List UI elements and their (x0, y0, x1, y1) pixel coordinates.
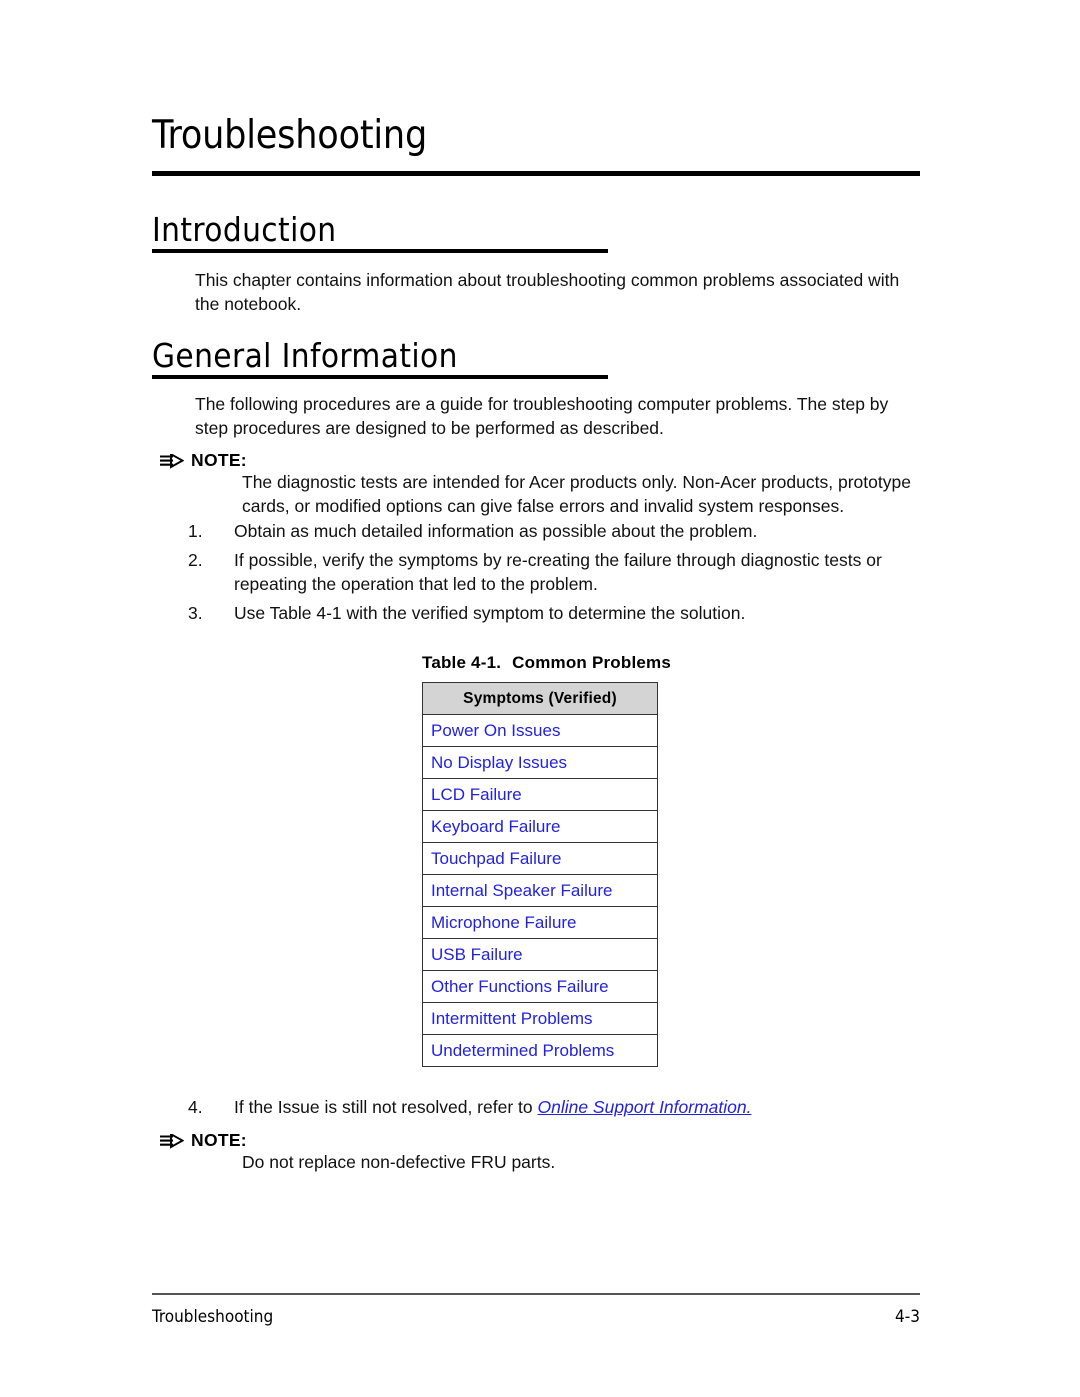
symptom-link-cell[interactable]: Touchpad Failure (422, 842, 658, 875)
footer-rule (152, 1293, 920, 1295)
triple-line-arrow-icon (160, 1132, 185, 1149)
table-row: Other Functions Failure (422, 970, 658, 1003)
note-label-text-2: NOTE: (191, 1130, 247, 1150)
table-row: Microphone Failure (422, 906, 658, 939)
list-item-number: 4. (188, 1097, 203, 1117)
list-item-text: Use Table 4-1 with the verified symptom … (234, 603, 746, 623)
symptom-link-cell[interactable]: Intermittent Problems (422, 1002, 658, 1035)
table-row: Keyboard Failure (422, 810, 658, 843)
list-item-text: If the Issue is still not resolved, refe… (234, 1095, 928, 1119)
table-caption-number: Table 4-1. (422, 653, 502, 672)
list-item: 4. If the Issue is still not resolved, r… (188, 1095, 928, 1119)
section-heading-introduction: Introduction (152, 210, 337, 249)
note-body-1: The diagnostic tests are intended for Ac… (242, 472, 911, 516)
symptom-link-cell[interactable]: Keyboard Failure (422, 810, 658, 843)
table-header-row: Symptoms (Verified) (422, 682, 658, 715)
list-item-number: 1. (188, 521, 203, 541)
list-item: 3. Use Table 4-1 with the verified sympt… (188, 601, 928, 625)
common-problems-table: Symptoms (Verified) Power On Issues No Di… (422, 682, 658, 1067)
table-row: Internal Speaker Failure (422, 874, 658, 907)
table-row: Power On Issues (422, 714, 658, 747)
table-row: No Display Issues (422, 746, 658, 779)
list-item-number: 3. (188, 603, 203, 623)
table-caption-title: Common Problems (512, 653, 672, 672)
list-item-text: If possible, verify the symptoms by re-c… (234, 550, 882, 594)
general-information-paragraph: The following procedures are a guide for… (195, 394, 889, 438)
note-label-1: NOTE: (160, 450, 247, 471)
footer-chapter-name: Troubleshooting (152, 1307, 274, 1327)
online-support-information-link[interactable]: Online Support Information. (537, 1097, 751, 1117)
list-item-text: Obtain as much detailed information as p… (234, 521, 758, 541)
section-rule-general-information (152, 375, 608, 379)
symptom-link-cell[interactable]: Internal Speaker Failure (422, 874, 658, 907)
footer-page-number: 4-3 (895, 1307, 920, 1327)
section-heading-general-information: General Information (152, 336, 458, 375)
table-row: Touchpad Failure (422, 842, 658, 875)
symptom-link-cell[interactable]: Power On Issues (422, 714, 658, 747)
list-item: 2. If possible, verify the symptoms by r… (188, 548, 888, 596)
table-row: LCD Failure (422, 778, 658, 811)
triple-line-arrow-icon (160, 452, 185, 469)
symptom-link-cell[interactable]: USB Failure (422, 938, 658, 971)
note-body-2: Do not replace non-defective FRU parts. (242, 1152, 556, 1172)
list-item-number: 2. (188, 550, 203, 570)
section-rule-introduction (152, 249, 608, 253)
chapter-title: Troubleshooting (152, 113, 428, 158)
document-page: Troubleshooting Introduction This chapte… (0, 0, 1080, 1397)
symptom-link-cell[interactable]: Microphone Failure (422, 906, 658, 939)
symptom-link-cell[interactable]: Other Functions Failure (422, 970, 658, 1003)
table-column-header-symptoms: Symptoms (Verified) (422, 682, 658, 715)
note-label-2: NOTE: (160, 1130, 247, 1151)
list-item: 1. Obtain as much detailed information a… (188, 519, 928, 543)
symptom-link-cell[interactable]: LCD Failure (422, 778, 658, 811)
note-label-text-1: NOTE: (191, 450, 247, 470)
table-caption: Table 4-1. Common Problems (422, 653, 671, 673)
table-row: Undetermined Problems (422, 1034, 658, 1067)
table-row: USB Failure (422, 938, 658, 971)
introduction-paragraph: This chapter contains information about … (195, 270, 900, 314)
symptom-link-cell[interactable]: No Display Issues (422, 746, 658, 779)
step-four-text: If the Issue is still not resolved, refe… (234, 1097, 538, 1117)
symptom-link-cell[interactable]: Undetermined Problems (422, 1034, 658, 1067)
table-row: Intermittent Problems (422, 1002, 658, 1035)
chapter-title-rule (152, 171, 920, 176)
